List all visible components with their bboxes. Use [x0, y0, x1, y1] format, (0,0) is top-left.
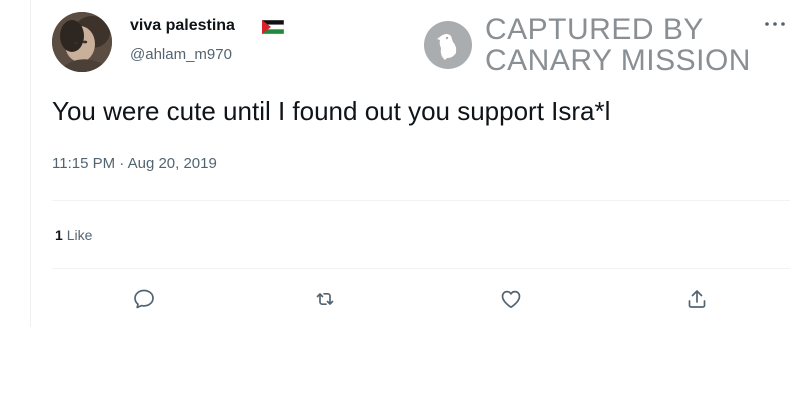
- reply-icon[interactable]: [132, 287, 156, 311]
- heart-icon[interactable]: [499, 287, 523, 311]
- share-icon[interactable]: [685, 287, 709, 311]
- bottom-actions: [0, 281, 800, 321]
- retweet-icon[interactable]: [313, 287, 337, 311]
- tweet-action-icons: [0, 0, 800, 327]
- reply-icon[interactable]: [133, 373, 157, 397]
